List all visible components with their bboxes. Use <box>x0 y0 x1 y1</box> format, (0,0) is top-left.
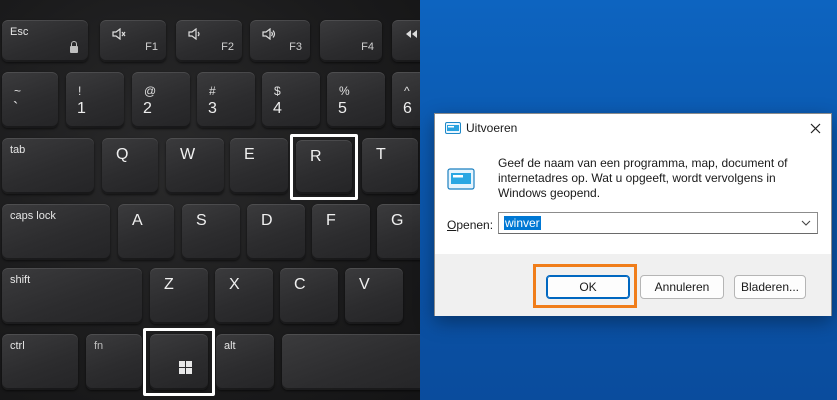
key-fn: fn <box>86 334 142 390</box>
open-label: Openen: <box>447 218 493 232</box>
key-tilde-symbol: ~ <box>14 84 22 98</box>
key-alt-label: alt <box>224 340 236 352</box>
key-t-label: T <box>376 146 386 163</box>
key-q: Q <box>102 138 158 194</box>
close-button[interactable] <box>801 114 831 144</box>
key-3-shift: # <box>209 84 216 98</box>
key-tilde: ~ ` <box>2 72 58 128</box>
key-space <box>282 334 420 390</box>
key-2: @ 2 <box>132 72 190 128</box>
key-fn-label: fn <box>94 340 104 352</box>
key-backtick-symbol: ` <box>13 100 19 117</box>
key-2-shift: @ <box>144 84 157 98</box>
key-5: % 5 <box>327 72 385 128</box>
key-c-label: C <box>294 276 306 293</box>
key-w: W <box>166 138 224 194</box>
key-capslock-label: caps lock <box>10 210 56 222</box>
key-a: A <box>118 204 174 260</box>
key-alt: alt <box>216 334 274 390</box>
key-g-label: G <box>391 212 404 229</box>
key-f3-label: F3 <box>289 41 302 53</box>
key-f2: F2 <box>176 20 242 62</box>
mute-icon <box>112 28 126 40</box>
key-shift: shift <box>2 268 142 324</box>
browse-button[interactable]: Bladeren... <box>734 275 806 299</box>
key-5-label: 5 <box>338 100 347 117</box>
key-6-label: 6 <box>403 100 412 117</box>
key-x-label: X <box>229 276 240 293</box>
key-x: X <box>215 268 273 324</box>
dialog-titlebar[interactable]: Uitvoeren <box>435 114 831 144</box>
dialog-description: Geef de naam van een programma, map, doc… <box>498 156 788 200</box>
key-v: V <box>345 268 403 324</box>
key-f2-label: F2 <box>221 41 234 53</box>
key-1-shift: ! <box>78 84 82 98</box>
key-3: # 3 <box>197 72 255 128</box>
key-c: C <box>280 268 338 324</box>
open-label-text: penen: <box>456 218 494 232</box>
key-e-label: E <box>244 146 255 163</box>
key-a-label: A <box>132 212 143 229</box>
key-1-label: 1 <box>77 100 86 117</box>
close-icon <box>810 123 821 134</box>
key-z-label: Z <box>164 276 174 293</box>
key-esc-label: Esc <box>10 26 29 38</box>
key-d: D <box>247 204 305 260</box>
key-tab: tab <box>2 138 94 194</box>
open-label-accelerator: O <box>447 218 457 232</box>
key-esc: Esc <box>2 20 88 62</box>
key-f5-partial <box>392 20 420 62</box>
lock-icon <box>70 41 78 53</box>
key-d-label: D <box>261 212 273 229</box>
key-3-label: 3 <box>208 100 217 117</box>
key-e: E <box>230 138 288 194</box>
key-f: F <box>312 204 370 260</box>
volume-up-icon <box>262 28 276 40</box>
rewind-icon <box>406 30 417 38</box>
key-shift-label: shift <box>10 274 31 286</box>
run-program-icon <box>447 168 475 190</box>
open-combobox[interactable]: winver <box>498 212 818 234</box>
key-f4: F4 <box>320 20 382 62</box>
open-input-value[interactable]: winver <box>504 216 541 230</box>
key-1: ! 1 <box>66 72 124 128</box>
key-f3: F3 <box>250 20 310 62</box>
key-s-label: S <box>196 212 207 229</box>
key-capslock: caps lock <box>2 204 110 260</box>
chevron-down-icon[interactable] <box>801 220 811 226</box>
key-w-label: W <box>180 146 196 163</box>
key-z: Z <box>150 268 208 324</box>
key-g: G <box>377 204 420 260</box>
key-ctrl: ctrl <box>2 334 78 390</box>
key-f1: F1 <box>100 20 166 62</box>
run-icon <box>445 122 461 134</box>
ok-button-highlight <box>533 264 637 308</box>
key-f4-label: F4 <box>361 41 374 53</box>
key-tab-label: tab <box>10 144 26 156</box>
dialog-title: Uitvoeren <box>466 121 518 135</box>
key-windows-highlight <box>143 328 215 396</box>
key-f1-label: F1 <box>145 41 158 53</box>
key-q-label: Q <box>116 146 129 163</box>
key-ctrl-label: ctrl <box>10 340 25 352</box>
key-6: ^ 6 <box>392 72 420 128</box>
key-r-highlight <box>290 134 358 200</box>
keyboard-photo: Esc F1 F2 F3 F4 ~ ` ! 1 @ 2 # 3 $ 4 % 5 <box>0 0 420 400</box>
key-4-label: 4 <box>273 100 282 117</box>
key-5-shift: % <box>339 84 350 98</box>
key-f-label: F <box>326 212 336 229</box>
key-v-label: V <box>359 276 370 293</box>
key-4-shift: $ <box>274 84 281 98</box>
key-s: S <box>182 204 240 260</box>
key-4: $ 4 <box>262 72 320 128</box>
key-t: T <box>362 138 418 194</box>
cancel-button[interactable]: Annuleren <box>640 275 724 299</box>
key-2-label: 2 <box>143 100 152 117</box>
volume-down-icon <box>188 28 200 40</box>
key-6-shift: ^ <box>404 84 410 98</box>
